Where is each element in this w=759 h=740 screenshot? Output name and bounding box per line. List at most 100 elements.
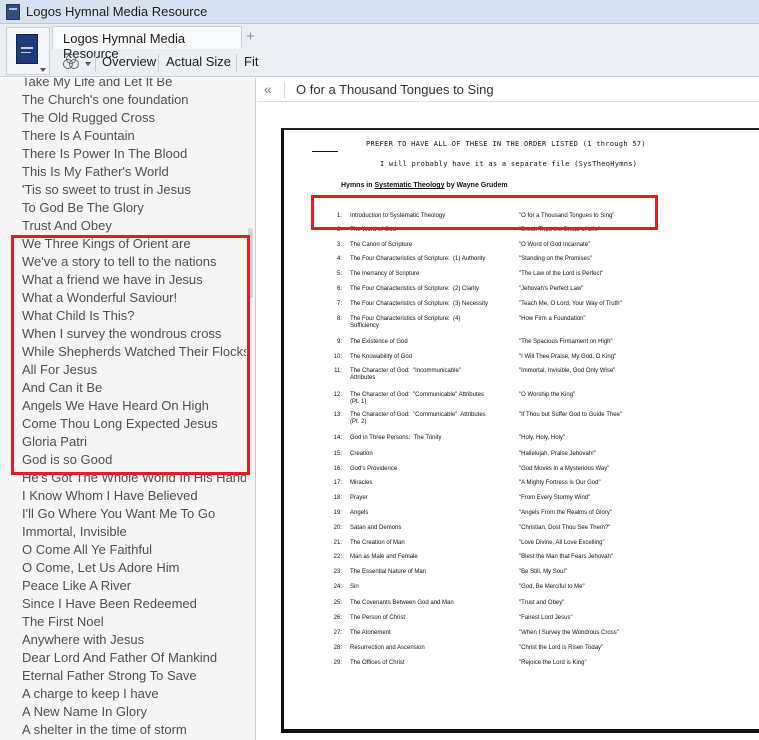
- add-tab-button[interactable]: +: [246, 28, 260, 45]
- list-item[interactable]: There Is A Fountain: [0, 127, 246, 145]
- tab-logos-hymnal[interactable]: Logos Hymnal Media Resource: [52, 26, 242, 61]
- window-titlebar: Logos Hymnal Media Resource: [0, 0, 759, 24]
- document-row-number: 8:: [336, 316, 342, 322]
- list-item[interactable]: I'll Go Where You Want Me To Go: [0, 505, 246, 523]
- document-row-number: 6:: [336, 286, 342, 292]
- document-row-topic: The Person of Christ: [350, 615, 406, 621]
- list-item[interactable]: 'Tis so sweet to trust in Jesus: [0, 181, 246, 199]
- document-row-topic: The Essential Nature of Man: [350, 569, 427, 575]
- document-row-topic: The Knowability of God: [350, 354, 413, 360]
- fit-button[interactable]: Fit: [244, 54, 258, 69]
- collapse-panel-button[interactable]: «: [264, 81, 272, 97]
- list-item[interactable]: I Know Whom I Have Believed: [0, 487, 246, 505]
- resource-book-button[interactable]: [6, 27, 50, 75]
- list-item[interactable]: There Is Power In The Blood: [0, 145, 246, 163]
- list-item[interactable]: A shelter in the time of storm: [0, 721, 246, 739]
- document-row-hymn: "O Word of God Incarnate": [519, 242, 591, 248]
- document-row-number: 10:: [333, 354, 342, 360]
- document-row-hymn: "Rejoice the Lord is King": [519, 660, 587, 666]
- document-row-number: 20:: [333, 525, 342, 531]
- list-item[interactable]: Immortal, Invisible: [0, 523, 246, 541]
- list-item[interactable]: Peace Like A River: [0, 577, 246, 595]
- visual-filter-icon[interactable]: [62, 54, 82, 70]
- list-item[interactable]: A New Name In Glory: [0, 703, 246, 721]
- document-row-number: 11:: [334, 368, 342, 374]
- document-row-hymn: "How Firm a Foundation": [519, 316, 586, 322]
- chevron-down-icon[interactable]: [85, 62, 91, 66]
- document-row-topic: Miracles: [350, 480, 373, 486]
- document-row-hymn: "Fairest Lord Jesus": [519, 615, 573, 621]
- document-row-number: 17:: [333, 480, 342, 486]
- overview-button[interactable]: Overview: [102, 54, 156, 69]
- document-row-hymn: "Blest the Man that Fears Jehovah": [519, 554, 613, 560]
- document-row-number: 3:: [336, 242, 342, 248]
- toolbar-divider: [158, 54, 159, 72]
- document-row-number: 18:: [333, 495, 342, 501]
- document-row-number: 23:: [333, 569, 342, 575]
- list-item[interactable]: To God Be The Glory: [0, 199, 246, 217]
- document-row-hymn: "If Thou but Suffer God to Guide Thee": [519, 412, 622, 418]
- list-item[interactable]: A charge to keep I have: [0, 685, 246, 703]
- document-row-topic: The Four Characteristics of Scripture: (…: [350, 256, 486, 262]
- document-row-hymn: "A Mighty Fortress is Our God": [519, 480, 601, 486]
- document-row-number: 16:: [333, 466, 342, 472]
- document-row-topic: Prayer: [350, 495, 368, 501]
- document-row-number: 7:: [336, 301, 342, 307]
- document-row-topic: The Character of God: "Communicable" Att…: [350, 392, 484, 405]
- highlight-box-document: [311, 195, 658, 230]
- document-row-hymn: "I Will Thee Praise, My God, O King": [519, 354, 617, 360]
- list-item[interactable]: This Is My Father's World: [0, 163, 246, 181]
- list-item[interactable]: Anywhere with Jesus: [0, 631, 246, 649]
- document-row-number: 14:: [333, 435, 342, 441]
- document-row-number: 12:: [333, 392, 342, 398]
- document-row-number: 15:: [333, 451, 342, 457]
- list-item[interactable]: O Come All Ye Faithful: [0, 541, 246, 559]
- list-item[interactable]: Trust And Obey: [0, 217, 246, 235]
- document-row-hymn: "The Spacious Firmament on High": [519, 339, 613, 345]
- list-item[interactable]: Since I Have Been Redeemed: [0, 595, 246, 613]
- document-row-number: 5:: [336, 271, 342, 277]
- document-row-topic: The Offices of Christ: [350, 660, 405, 666]
- document-row-hymn: "Angels From the Realms of Glory": [519, 510, 612, 516]
- toolbar: Overview Actual Size Fit: [52, 49, 759, 76]
- list-item[interactable]: Take My Life and Let It Be: [0, 78, 246, 91]
- document-row-topic: God in Three Persons: The Trinity: [350, 435, 442, 441]
- list-item[interactable]: Eternal Father Strong To Save: [0, 667, 246, 685]
- document-row-topic: Resurrection and Ascension: [350, 645, 425, 651]
- list-item[interactable]: Dear Lord And Father Of Mankind: [0, 649, 246, 667]
- document-row-hymn: "Love Divine, All Love Excelling": [519, 540, 605, 546]
- document-row-topic: Man as Male and Female: [350, 554, 418, 560]
- document-row-number: 22:: [333, 554, 342, 560]
- document-row-hymn: "The Law of the Lord is Perfect": [519, 271, 604, 277]
- document-row-topic: Satan and Demons: [350, 525, 402, 531]
- document-row-hymn: "God Moves in a Mysterious Way": [519, 466, 610, 472]
- article-panel: « O for a Thousand Tongues to Sing PREFE…: [257, 78, 759, 740]
- document-row-topic: The Inerrancy of Scripture: [350, 271, 420, 277]
- document-row-topic: Angels: [350, 510, 369, 516]
- document-row-topic: Creation: [350, 451, 373, 457]
- document-row-topic: The Character of God: "Communicable" Att…: [350, 412, 486, 425]
- document-row-hymn: "Christian, Dost Thou See Them?": [519, 525, 611, 531]
- actual-size-button[interactable]: Actual Size: [166, 54, 231, 69]
- book-cover-icon: [16, 34, 38, 64]
- document-row-number: 19:: [333, 510, 342, 516]
- document-row-number: 13:: [333, 412, 342, 418]
- list-item[interactable]: The Church's one foundation: [0, 91, 246, 109]
- document-row-number: 21:: [333, 540, 342, 546]
- document-row-topic: The Covenants Between God and Man: [350, 600, 454, 606]
- list-item[interactable]: O Come, Let Us Adore Him: [0, 559, 246, 577]
- document-row-hymn: "Jehovah's Perfect Law": [519, 286, 584, 292]
- article-title: O for a Thousand Tongues to Sing: [296, 82, 494, 97]
- document-row-hymn: "Hallelujah, Praise Jehovah!": [519, 451, 596, 457]
- window-title: Logos Hymnal Media Resource: [26, 4, 208, 19]
- list-item[interactable]: The First Noel: [0, 613, 246, 631]
- document-row-topic: The Existence of God: [350, 339, 408, 345]
- list-item[interactable]: The Old Rugged Cross: [0, 109, 246, 127]
- toolbar-divider: [95, 54, 96, 72]
- document-row-number: 4:: [336, 256, 342, 262]
- document-row-hymn: "Teach Me, O Lord, Your Way of Truth": [519, 301, 622, 307]
- document-row-number: 27:: [333, 630, 342, 636]
- panel-header: Logos Hymnal Media Resource + Overview A…: [0, 24, 759, 77]
- handwritten-note: PREFER TO HAVE ALL OF THESE IN THE ORDER…: [366, 140, 646, 148]
- document-row-topic: The Four Characteristics of Scripture: (…: [350, 301, 489, 307]
